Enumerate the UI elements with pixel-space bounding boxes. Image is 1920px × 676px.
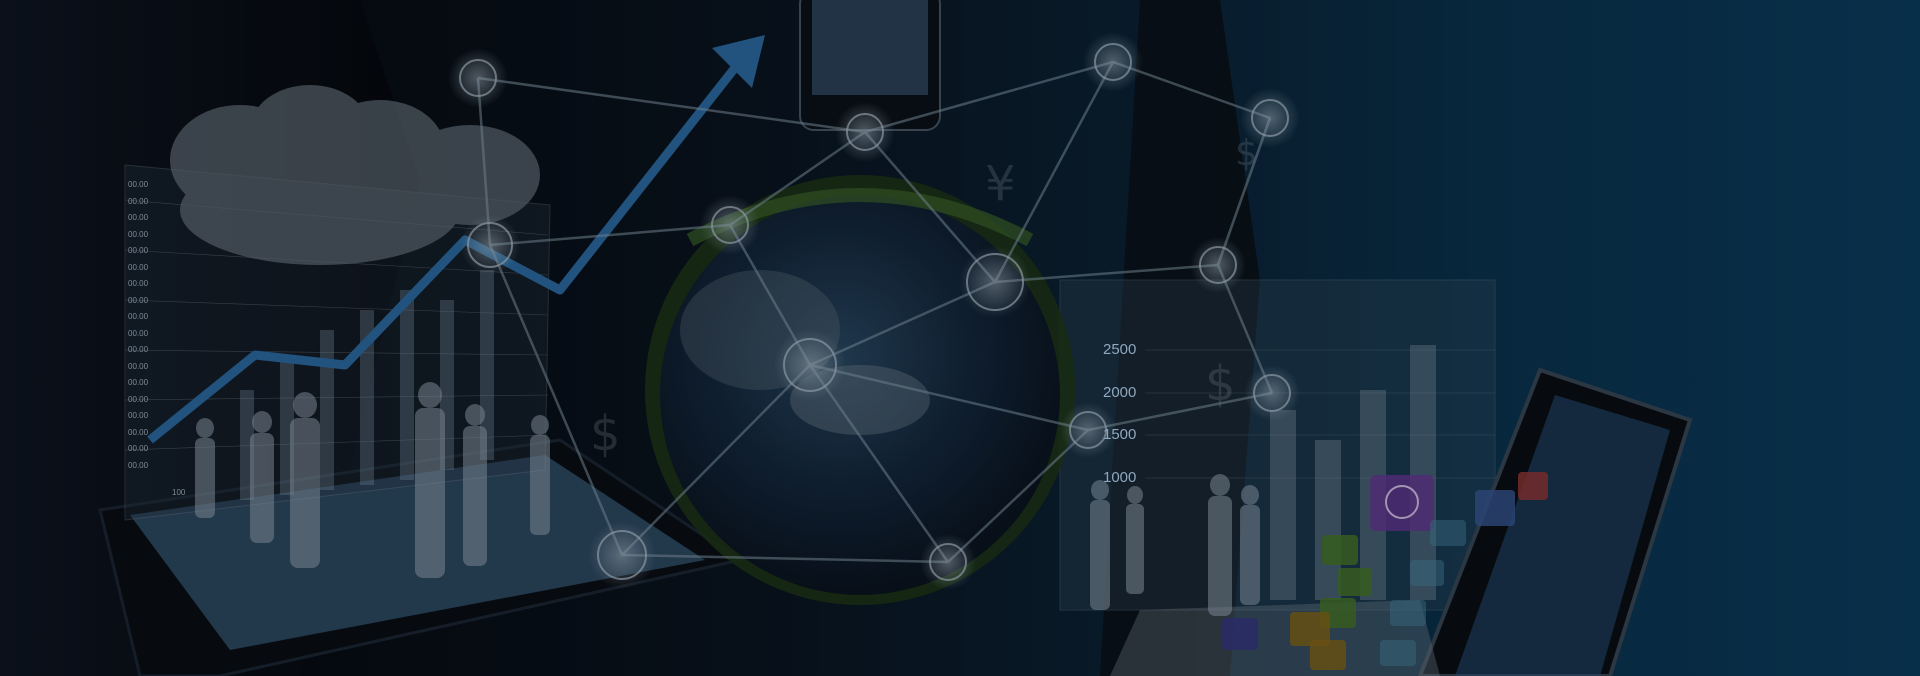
right-chart-tick: 2000: [1103, 384, 1137, 401]
left-chart-tick: 00.00: [128, 229, 149, 239]
left-chart-tick: 00.00: [128, 312, 149, 321]
scene-illustration: ¥ $ $ $: [0, 0, 1920, 676]
right-chart-tick: 1000: [1103, 469, 1137, 486]
left-chart-tick: 00.00: [128, 196, 149, 206]
left-chart-tick: 00.00: [128, 262, 149, 272]
left-chart-tick: 00.00: [128, 180, 149, 189]
right-chart-tick: 2500: [1103, 341, 1137, 358]
left-chart-tick: 00.00: [128, 460, 149, 470]
left-chart-tick: 00.00: [128, 246, 149, 255]
hero-banner-image: ¥ $ $ $ 2500 2000 1500 1000 00.00 00.00 00…: [0, 0, 1920, 676]
right-chart-tick: 1500: [1103, 426, 1137, 443]
left-chart-tick: 00.00: [128, 394, 149, 404]
left-chart-tick: 00.00: [128, 378, 149, 387]
dark-overlay: [0, 0, 1920, 676]
left-chart-tick: 00.00: [128, 427, 149, 437]
left-chart-tick: 00.00: [128, 345, 149, 354]
left-chart-tick: 00.00: [128, 328, 149, 338]
left-chart-tick: 00.00: [128, 411, 149, 420]
left-chart-tick: 00.00: [128, 295, 149, 305]
left-chart-tick: 00.00: [128, 361, 149, 371]
left-chart-bottom-label: 100: [172, 488, 186, 497]
left-chart-tick: 00.00: [128, 213, 149, 222]
left-chart-tick: 00.00: [128, 279, 149, 288]
left-chart-tick: 00.00: [128, 444, 149, 453]
